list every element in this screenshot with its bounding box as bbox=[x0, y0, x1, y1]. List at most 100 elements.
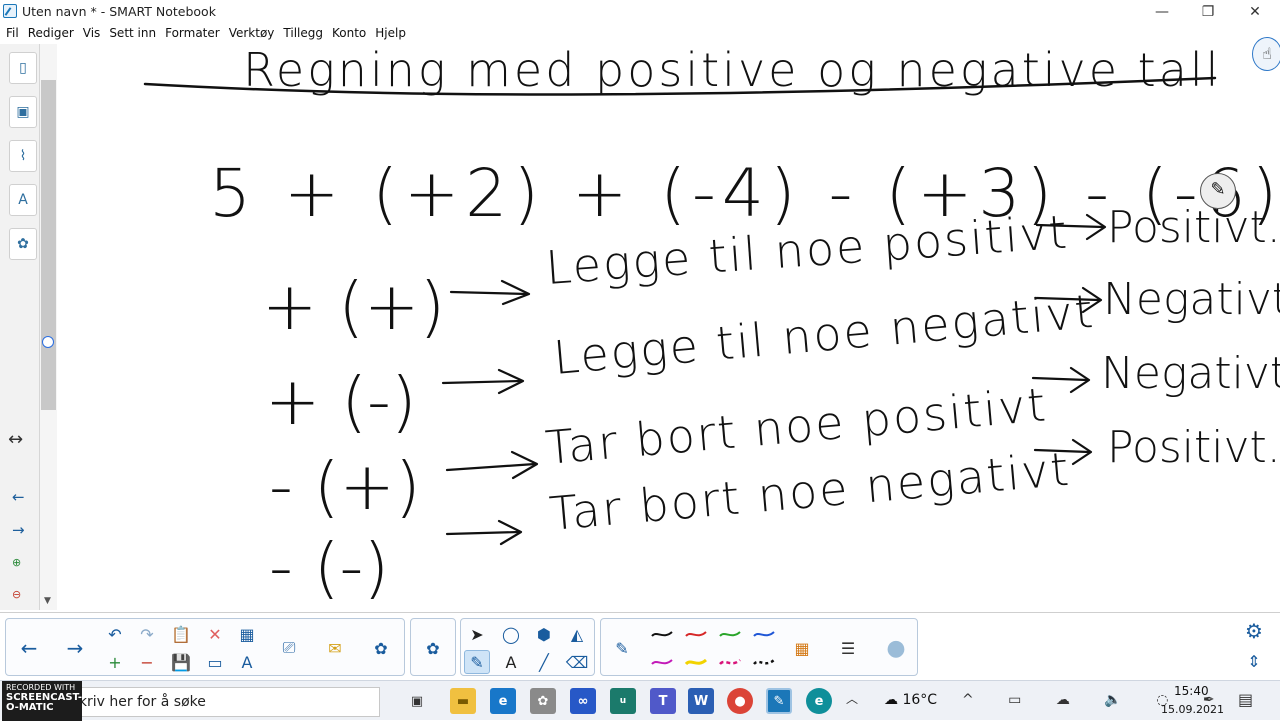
sidebar-remove-page-icon[interactable]: ⊖ bbox=[12, 588, 21, 601]
text-tool[interactable]: A bbox=[498, 650, 524, 674]
teams-icon[interactable]: T bbox=[650, 688, 676, 714]
add-ons-icon[interactable]: ✿ bbox=[9, 228, 37, 260]
sidebar-add-page-icon[interactable]: ⊕ bbox=[12, 556, 21, 569]
toolbar-group-page: ← → ↶ ↷ 📋 ✕ ▦ + − 💾 ▭ A ⎚ ✉ ✿ bbox=[5, 618, 405, 676]
menu-account[interactable]: Konto bbox=[332, 24, 366, 42]
line-style-icon[interactable]: ☰ bbox=[835, 636, 861, 660]
document-camera-button[interactable]: ⎚ bbox=[276, 636, 302, 660]
file-explorer-icon[interactable]: ▬ bbox=[450, 688, 476, 714]
toolbar-group-tools: ➤ ◯ ⬢ ◭ ✎ A ╱ ⌫ bbox=[460, 618, 595, 676]
pens-tool[interactable]: ✎ bbox=[464, 650, 490, 674]
whiteboard-canvas[interactable]: Regning med positive og negative tall 5 … bbox=[57, 44, 1280, 610]
task-view-icon[interactable]: ▣ bbox=[404, 688, 430, 714]
response-button[interactable]: ✉ bbox=[322, 636, 348, 660]
app-icon-1[interactable]: ✿ bbox=[530, 688, 556, 714]
rule-result-2: Negativt. bbox=[1103, 274, 1280, 325]
weather-temperature: 16°C bbox=[902, 692, 938, 708]
settings-icon[interactable]: ⚙ bbox=[1241, 619, 1267, 643]
pen-red[interactable] bbox=[683, 622, 709, 646]
chrome-icon[interactable]: ● bbox=[727, 688, 753, 714]
properties-icon[interactable]: A bbox=[9, 184, 37, 216]
menu-view[interactable]: Vis bbox=[83, 24, 101, 42]
attachments-icon[interactable]: ⌇ bbox=[9, 140, 37, 172]
text-style-button[interactable]: A bbox=[234, 650, 260, 674]
rule-result-1: Positivt. bbox=[1107, 202, 1280, 253]
rule-sign-4: - (-) bbox=[269, 529, 389, 606]
pen-effect-icon[interactable]: ● bbox=[883, 636, 909, 661]
magic-pen-tool[interactable]: ◭ bbox=[564, 622, 590, 646]
sidebar-forward-icon[interactable]: → bbox=[12, 521, 25, 539]
pen-type-icon[interactable]: ✎ bbox=[609, 636, 635, 660]
line-tool[interactable]: ╱ bbox=[531, 650, 557, 674]
page-resize-handle[interactable] bbox=[42, 336, 54, 348]
fill-tool[interactable]: ⬢ bbox=[531, 622, 557, 646]
gallery-icon[interactable]: ▣ bbox=[9, 96, 37, 128]
redo-button[interactable]: ↷ bbox=[134, 622, 160, 646]
menu-format[interactable]: Formater bbox=[165, 24, 220, 42]
menu-addons[interactable]: Tillegg bbox=[283, 24, 323, 42]
minimize-button[interactable]: — bbox=[1139, 0, 1185, 24]
smart-notebook-icon bbox=[3, 4, 17, 18]
menu-insert[interactable]: Sett inn bbox=[109, 24, 156, 42]
select-tool[interactable]: ➤ bbox=[464, 622, 490, 646]
pen-blue[interactable] bbox=[751, 622, 777, 646]
app-icon-2[interactable]: ∞ bbox=[570, 688, 596, 714]
menu-tools[interactable]: Verktøy bbox=[229, 24, 275, 42]
new-page-button[interactable]: + bbox=[102, 650, 128, 674]
undo-button[interactable]: ↶ bbox=[102, 622, 128, 646]
menu-edit[interactable]: Rediger bbox=[28, 24, 74, 42]
sidebar-scroll-thumb[interactable] bbox=[41, 80, 56, 410]
pen-yellow[interactable] bbox=[683, 650, 709, 674]
close-button[interactable]: ✕ bbox=[1232, 0, 1278, 24]
hand-gesture-icon[interactable]: ☝ bbox=[1252, 37, 1280, 71]
menu-file[interactable]: Fil bbox=[6, 24, 19, 42]
sidebar-back-icon[interactable]: ← bbox=[12, 488, 25, 506]
taskbar: Skriv her for å søke RECORDED WITH SCREE… bbox=[0, 680, 1280, 721]
pen-indicator-icon[interactable]: ✎ bbox=[1200, 173, 1236, 209]
previous-page-button[interactable]: ← bbox=[16, 636, 42, 660]
weather-widget[interactable]: ☁ 16°C bbox=[884, 692, 937, 708]
shapes-tool[interactable]: ◯ bbox=[498, 622, 524, 646]
sidebar: ▯ ▣ ⌇ A ✿ ↔ ← → ⊕ ⊖ bbox=[0, 44, 40, 610]
pen-black[interactable] bbox=[649, 622, 675, 646]
clock-date[interactable]: 15.09.2021 bbox=[1161, 703, 1224, 716]
bottom-toolbar: ← → ↶ ↷ 📋 ✕ ▦ + − 💾 ▭ A ⎚ ✉ ✿ ✿ ➤ ◯ ⬢ ◭ … bbox=[0, 612, 1280, 678]
rule-text-2: Legge til noe negativt bbox=[551, 284, 1097, 385]
show-hidden-icons[interactable]: ︿ bbox=[846, 690, 858, 707]
next-page-button[interactable]: → bbox=[62, 636, 88, 660]
maximize-button[interactable]: ❐ bbox=[1185, 0, 1231, 24]
save-button[interactable]: 💾 bbox=[168, 650, 194, 674]
word-icon[interactable]: W bbox=[688, 688, 714, 714]
table-button[interactable]: ▦ bbox=[234, 622, 260, 646]
pen-green[interactable] bbox=[717, 622, 743, 646]
add-on-button[interactable]: ✿ bbox=[368, 636, 394, 660]
rule-result-3: Negativt. bbox=[1101, 348, 1280, 399]
eraser-tool[interactable]: ⌫ bbox=[564, 650, 590, 674]
pen-pink-dashed[interactable] bbox=[717, 650, 743, 674]
pen-magenta[interactable] bbox=[649, 650, 675, 674]
window-title: Uten navn * - SMART Notebook bbox=[22, 4, 216, 19]
unibok-icon[interactable]: u bbox=[610, 688, 636, 714]
pen-black-dashed[interactable] bbox=[751, 650, 777, 674]
search-placeholder: Skriv her for å søke bbox=[70, 694, 206, 710]
screen-shade-button[interactable]: ▭ bbox=[202, 650, 228, 674]
page-sorter-icon[interactable]: ▯ bbox=[9, 52, 37, 84]
paste-button[interactable]: 📋 bbox=[168, 622, 194, 646]
sidebar-resize-icon[interactable]: ↔ bbox=[8, 429, 23, 450]
toolbar-group-addons: ✿ bbox=[410, 618, 456, 676]
edge-icon[interactable]: e bbox=[806, 688, 832, 714]
scroll-down-icon[interactable]: ▼ bbox=[44, 596, 51, 606]
color-grid-icon[interactable]: ▦ bbox=[789, 636, 815, 660]
menu-help[interactable]: Hjelp bbox=[375, 24, 406, 42]
delete-button[interactable]: ✕ bbox=[202, 622, 228, 646]
smart-notebook-task-icon[interactable]: ✎ bbox=[766, 688, 792, 714]
delete-page-button[interactable]: − bbox=[134, 650, 160, 674]
puzzle-icon[interactable]: ✿ bbox=[420, 636, 446, 660]
clock-time[interactable]: 15:40 bbox=[1174, 684, 1209, 698]
move-toolbar-icon[interactable]: ⇕ bbox=[1241, 649, 1267, 673]
notifications-icon[interactable]: ▤ bbox=[1238, 690, 1253, 709]
recorder-name: SCREENCAST-O-MATIC bbox=[6, 692, 83, 713]
handwriting-layer: Regning med positive og negative tall 5 … bbox=[143, 44, 1280, 606]
edge-legacy-icon[interactable]: e bbox=[490, 688, 516, 714]
board-title: Regning med positive og negative tall bbox=[243, 44, 1221, 97]
